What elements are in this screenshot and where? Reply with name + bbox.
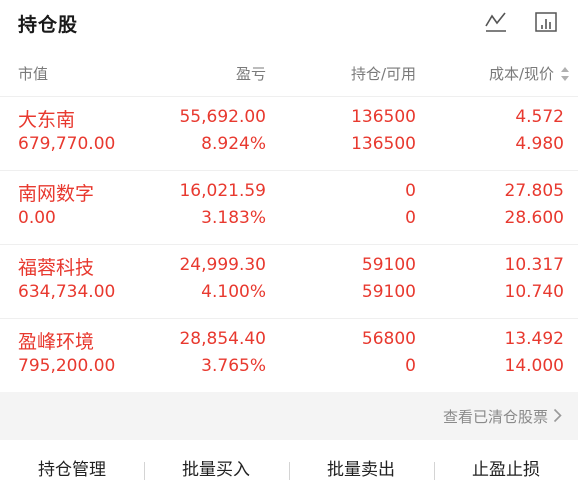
column-market-value: 市值 bbox=[18, 65, 49, 83]
stock-name: 大东南 bbox=[18, 109, 76, 131]
position-row[interactable]: 南网数字 0.00 16,021.59 3.183% 0 0 27.805 28… bbox=[0, 171, 578, 245]
panel-header: 持仓股 bbox=[0, 0, 578, 48]
cost-price: 10.317 bbox=[504, 255, 564, 275]
batch-sell-button[interactable]: 批量卖出 bbox=[289, 440, 433, 500]
chevron-right-icon bbox=[553, 408, 562, 423]
cost-price: 13.492 bbox=[504, 329, 564, 349]
holding-qty: 59100 bbox=[361, 255, 416, 275]
pnl-amount: 28,854.40 bbox=[179, 329, 266, 349]
current-price: 4.980 bbox=[515, 134, 564, 154]
pnl-percent: 4.100% bbox=[201, 282, 266, 302]
action-bar: 持仓管理 批量买入 批量卖出 止盈止损 bbox=[0, 440, 578, 500]
holding-qty: 136500 bbox=[351, 107, 416, 127]
market-value: 0.00 bbox=[18, 208, 56, 228]
market-value: 634,734.00 bbox=[18, 282, 116, 302]
current-price: 10.740 bbox=[504, 282, 564, 302]
pnl-percent: 8.924% bbox=[201, 134, 266, 154]
current-price: 28.600 bbox=[504, 208, 564, 228]
stock-name: 盈峰环境 bbox=[18, 331, 95, 353]
available-qty: 0 bbox=[405, 208, 416, 228]
cleared-positions-label: 查看已清仓股票 bbox=[442, 408, 548, 426]
manage-holdings-button[interactable]: 持仓管理 bbox=[0, 440, 144, 500]
position-row[interactable]: 福蓉科技 634,734.00 24,999.30 4.100% 59100 5… bbox=[0, 245, 578, 319]
column-cost-price[interactable]: 成本/现价 bbox=[489, 63, 554, 84]
market-value: 795,200.00 bbox=[18, 356, 116, 376]
available-qty: 59100 bbox=[361, 282, 416, 302]
available-qty: 0 bbox=[405, 356, 416, 376]
cleared-positions-link[interactable]: 查看已清仓股票 bbox=[0, 392, 578, 440]
stop-profit-loss-button[interactable]: 止盈止损 bbox=[434, 440, 578, 500]
batch-buy-button[interactable]: 批量买入 bbox=[144, 440, 288, 500]
position-row[interactable]: 大东南 679,770.00 55,692.00 8.924% 136500 1… bbox=[0, 97, 578, 171]
panel-title: 持仓股 bbox=[18, 14, 79, 36]
positions-list: 大东南 679,770.00 55,692.00 8.924% 136500 1… bbox=[0, 97, 578, 392]
available-qty: 136500 bbox=[351, 134, 416, 154]
cost-price: 4.572 bbox=[515, 107, 564, 127]
pnl-percent: 3.765% bbox=[201, 356, 266, 376]
pnl-amount: 24,999.30 bbox=[179, 255, 266, 275]
position-row[interactable]: 盈峰环境 795,200.00 28,854.40 3.765% 56800 0… bbox=[0, 319, 578, 392]
stock-name: 福蓉科技 bbox=[18, 257, 95, 279]
current-price: 14.000 bbox=[504, 356, 564, 376]
holdings-panel: 持仓股 市值 盈亏 持仓/可用 成本/现价 大东南 679,770.00 55,… bbox=[0, 0, 578, 500]
holding-qty: 0 bbox=[405, 181, 416, 201]
column-pnl: 盈亏 bbox=[235, 65, 266, 83]
pnl-percent: 3.183% bbox=[201, 208, 266, 228]
market-value: 679,770.00 bbox=[18, 134, 116, 154]
sort-icon[interactable] bbox=[560, 66, 570, 82]
pnl-amount: 55,692.00 bbox=[179, 107, 266, 127]
pnl-amount: 16,021.59 bbox=[179, 181, 266, 201]
column-header: 市值 盈亏 持仓/可用 成本/现价 bbox=[0, 52, 578, 97]
bar-chart-icon[interactable] bbox=[534, 10, 558, 34]
stock-name: 南网数字 bbox=[18, 183, 95, 205]
trend-line-icon[interactable] bbox=[484, 10, 508, 34]
column-holding: 持仓/可用 bbox=[350, 65, 416, 83]
holding-qty: 56800 bbox=[361, 329, 416, 349]
cost-price: 27.805 bbox=[504, 181, 564, 201]
